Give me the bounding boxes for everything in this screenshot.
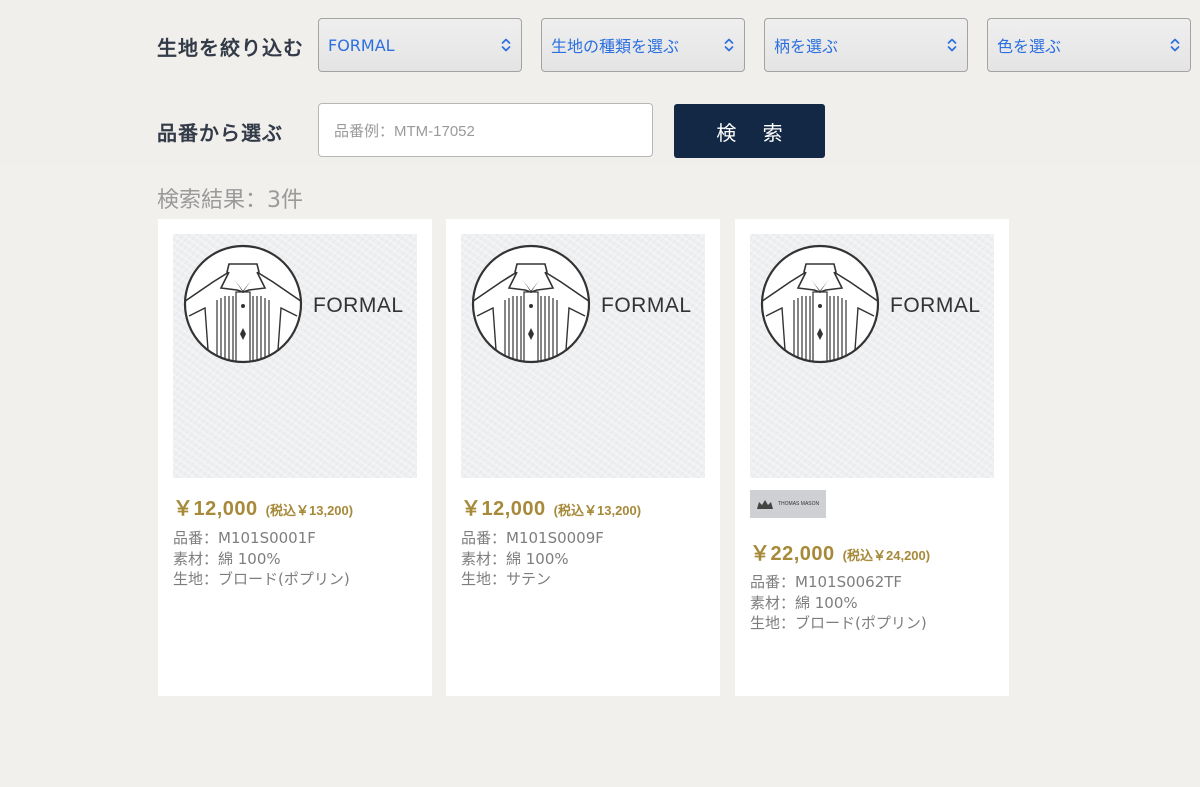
fabric: 生地：ブロード(ポプリン) [173, 570, 350, 588]
select-value: 柄を選ぶ [774, 37, 839, 56]
price-value: ￥12,000 [461, 498, 546, 520]
fabric-filter-label: 生地を絞り込む [157, 36, 304, 60]
tax-price: (税込￥24,200) [842, 548, 931, 563]
formal-label: FORMAL [890, 294, 981, 317]
chevron-updown-icon [947, 38, 957, 52]
price: ￥22,000 (税込￥24,200) [750, 537, 930, 566]
product-card[interactable]: FORMAL ￥12,000 (税込￥13,200) 品番：M101S0009F … [446, 219, 720, 696]
product-specs: 品番：M101S0001F 素材：綿 100% 生地：ブロード(ポプリン) [173, 528, 350, 590]
chevron-updown-icon [724, 38, 734, 52]
product-image[interactable]: FORMAL [173, 234, 417, 478]
filter-bar: 生地を絞り込む FORMAL 生地の種類を選ぶ 柄を選ぶ 色を選ぶ 品番から選ぶ… [0, 0, 1200, 166]
product-number: 品番：M101S0001F [173, 529, 316, 547]
material: 素材：綿 100% [750, 593, 858, 612]
tax-price: (税込￥13,200) [553, 503, 642, 518]
formal-shirt-icon [760, 244, 880, 364]
chevron-updown-icon [501, 38, 511, 52]
product-image[interactable]: FORMAL [461, 234, 705, 478]
product-specs: 品番：M101S0062TF 素材：綿 100% 生地：ブロード(ポプリン) [750, 572, 927, 634]
product-number: 品番：M101S0009F [461, 529, 604, 547]
formal-shirt-icon [183, 244, 303, 364]
product-image[interactable]: FORMAL [750, 234, 994, 478]
chevron-updown-icon [1170, 38, 1180, 52]
price: ￥12,000 (税込￥13,200) [173, 492, 353, 521]
thomas-mason-logo: THOMAS MASON [750, 490, 826, 518]
product-number-label: 品番から選ぶ [157, 121, 283, 145]
select-value: 色を選ぶ [997, 37, 1062, 56]
price-value: ￥12,000 [173, 498, 258, 520]
search-button[interactable]: 検 索 [674, 104, 825, 158]
product-card[interactable]: FORMAL THOMAS MASON ￥22,000 (税込￥24,200) 品… [735, 219, 1009, 696]
brand-emblem-icon [757, 500, 773, 509]
formal-label: FORMAL [313, 294, 404, 317]
material: 素材：綿 100% [461, 549, 569, 568]
tax-price: (税込￥13,200) [265, 503, 354, 518]
color-select[interactable]: 色を選ぶ [987, 18, 1191, 72]
product-number-input[interactable]: 品番例：MTM-17052 [318, 103, 653, 157]
fabric: 生地：ブロード(ポプリン) [750, 614, 927, 632]
price-value: ￥22,000 [750, 543, 835, 565]
material: 素材：綿 100% [173, 549, 281, 568]
select-value: 生地の種類を選ぶ [551, 37, 680, 56]
price: ￥12,000 (税込￥13,200) [461, 492, 641, 521]
pattern-select[interactable]: 柄を選ぶ [764, 18, 968, 72]
fabric-type-select[interactable]: 生地の種類を選ぶ [541, 18, 745, 72]
formal-shirt-icon [471, 244, 591, 364]
formal-select[interactable]: FORMAL [318, 18, 522, 72]
product-specs: 品番：M101S0009F 素材：綿 100% 生地：サテン [461, 528, 604, 590]
input-placeholder: 品番例：MTM-17052 [334, 122, 475, 140]
product-card[interactable]: FORMAL ￥12,000 (税込￥13,200) 品番：M101S0001F … [158, 219, 432, 696]
select-value: FORMAL [328, 35, 395, 55]
result-count: 検索結果：3件 [157, 188, 303, 213]
product-number: 品番：M101S0062TF [750, 573, 903, 591]
formal-label: FORMAL [601, 294, 692, 317]
fabric: 生地：サテン [461, 570, 552, 588]
brand-logo-text: THOMAS MASON [778, 501, 820, 507]
